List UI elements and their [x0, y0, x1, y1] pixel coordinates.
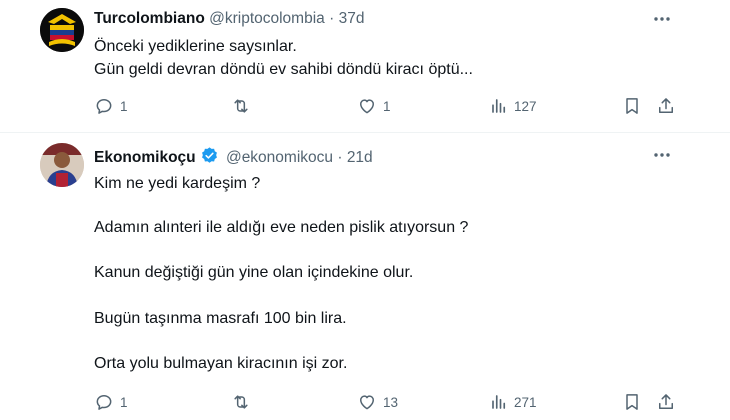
tweet-text-line: Bugün taşınma masrafı 100 bin lira. [94, 310, 347, 327]
more-icon[interactable] [652, 145, 672, 165]
reply-button[interactable]: 1 [94, 95, 128, 117]
tweet-text: Kim ne yedi kardeşim ? Adamın alınteri i… [94, 174, 694, 374]
avatar[interactable] [40, 143, 84, 187]
author-handle[interactable]: @ekonomikocu [226, 149, 333, 166]
share-icon [659, 98, 673, 113]
bookmark-button[interactable] [622, 391, 642, 413]
separator-dot: · [329, 10, 335, 27]
like-button[interactable]: 1 [357, 95, 391, 117]
tweet-actions: 1 13 271 [0, 391, 730, 413]
author-handle[interactable]: @kriptocolombia [209, 10, 325, 27]
repost-icon [234, 395, 248, 409]
reply-count: 1 [120, 98, 128, 114]
tweet-text-line: Adamın alınteri ile aldığı eve neden pis… [94, 219, 469, 236]
views-count: 127 [514, 98, 537, 114]
tweet-text: Önceki yediklerine saysınlar. Gün geldi … [94, 37, 694, 87]
tweet-text-line: Gün geldi devran döndü ev sahibi döndü k… [94, 61, 473, 78]
tweet-actions: 1 1 127 [0, 95, 730, 117]
views-button[interactable]: 271 [490, 391, 537, 413]
like-count: 13 [383, 394, 399, 410]
like-icon [360, 99, 374, 114]
reply-icon [96, 99, 112, 114]
separator-dot: · [337, 149, 343, 166]
views-button[interactable]: 127 [490, 95, 537, 117]
bookmark-icon [626, 394, 638, 410]
repost-button[interactable] [230, 391, 258, 413]
tweet-text-line: Orta yolu bulmayan kiracının işi zor. [94, 355, 348, 372]
tweet-text-line: Önceki yediklerine saysınlar. [94, 38, 297, 55]
avatar-photo-icon [40, 143, 84, 187]
like-icon [360, 395, 374, 410]
bookmark-icon [626, 98, 638, 114]
reply-count: 1 [120, 394, 128, 410]
author-name[interactable]: Turcolombiano [94, 10, 205, 27]
reply-button[interactable]: 1 [94, 391, 128, 413]
tweet[interactable]: Ekonomikoçu @ekonomikocu · 21d Kim ne ye… [0, 133, 730, 420]
timestamp[interactable]: 21d [347, 149, 373, 166]
avatar-logo-icon [40, 8, 84, 52]
views-icon [492, 395, 506, 409]
tweet-text-line: Kim ne yedi kardeşim ? [94, 175, 261, 192]
reply-icon [96, 395, 112, 410]
bookmark-button[interactable] [622, 95, 642, 117]
like-button[interactable]: 13 [357, 391, 398, 413]
repost-button[interactable] [230, 95, 258, 117]
timestamp[interactable]: 37d [339, 10, 365, 27]
repost-icon [234, 99, 248, 113]
views-icon [492, 99, 506, 113]
share-button[interactable] [656, 95, 676, 117]
views-count: 271 [514, 394, 537, 410]
author-name[interactable]: Ekonomikoçu [94, 149, 196, 166]
share-icon [659, 394, 673, 409]
tweet[interactable]: Turcolombiano @kriptocolombia · 37d Önce… [0, 0, 730, 132]
verified-badge-icon [201, 147, 217, 163]
share-button[interactable] [656, 391, 676, 413]
avatar[interactable] [40, 8, 84, 52]
tweet-text-line: Kanun değiştiği gün yine olan içindekine… [94, 264, 414, 281]
like-count: 1 [383, 98, 391, 114]
more-icon[interactable] [652, 9, 672, 29]
